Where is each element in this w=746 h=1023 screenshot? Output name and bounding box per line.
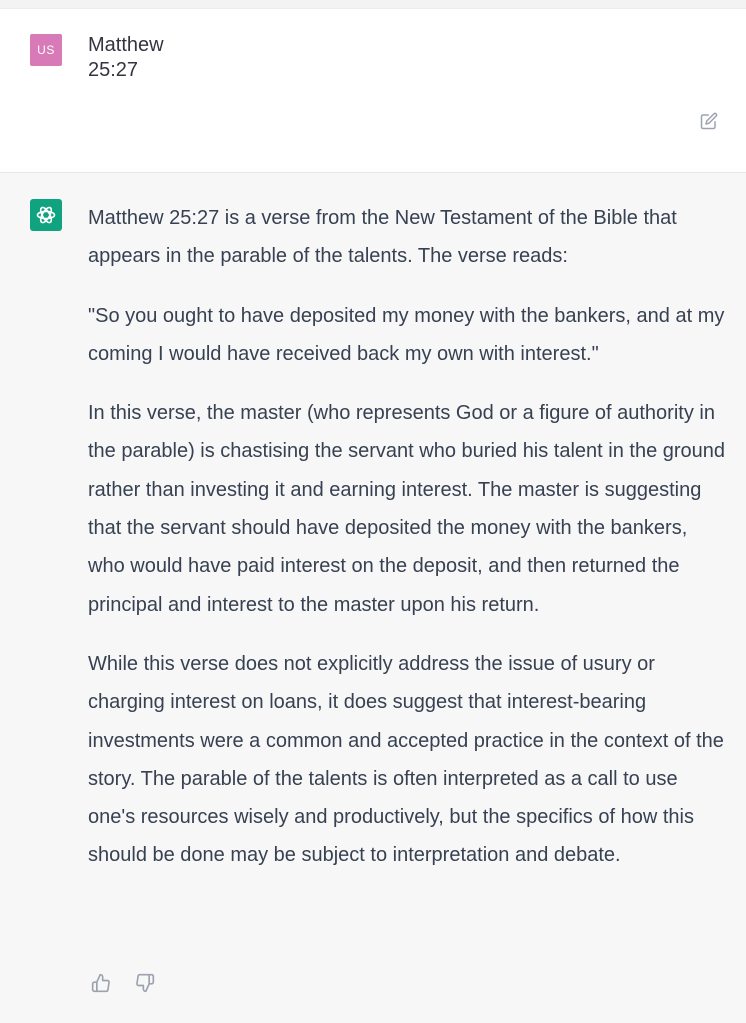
user-message-text: Matthew 25:27 <box>88 34 164 81</box>
thumbs-up-icon[interactable] <box>91 973 111 993</box>
top-divider <box>0 0 746 9</box>
openai-logo-icon <box>30 199 62 231</box>
assistant-answer: Matthew 25:27 is a verse from the New Te… <box>88 199 728 896</box>
answer-paragraph: "So you ought to have deposited my money… <box>88 304 725 365</box>
answer-paragraph: Matthew 25:27 is a verse from the New Te… <box>88 207 677 268</box>
answer-paragraph: In this verse, the master (who represent… <box>88 402 726 616</box>
edit-icon[interactable] <box>700 112 718 130</box>
user-message-block: US Matthew 25:27 <box>0 9 746 173</box>
thumbs-down-icon[interactable] <box>135 973 155 993</box>
user-avatar: US <box>30 34 62 66</box>
answer-paragraph: While this verse does not explicitly add… <box>88 652 724 867</box>
assistant-message-block: Matthew 25:27 is a verse from the New Te… <box>0 173 746 1023</box>
